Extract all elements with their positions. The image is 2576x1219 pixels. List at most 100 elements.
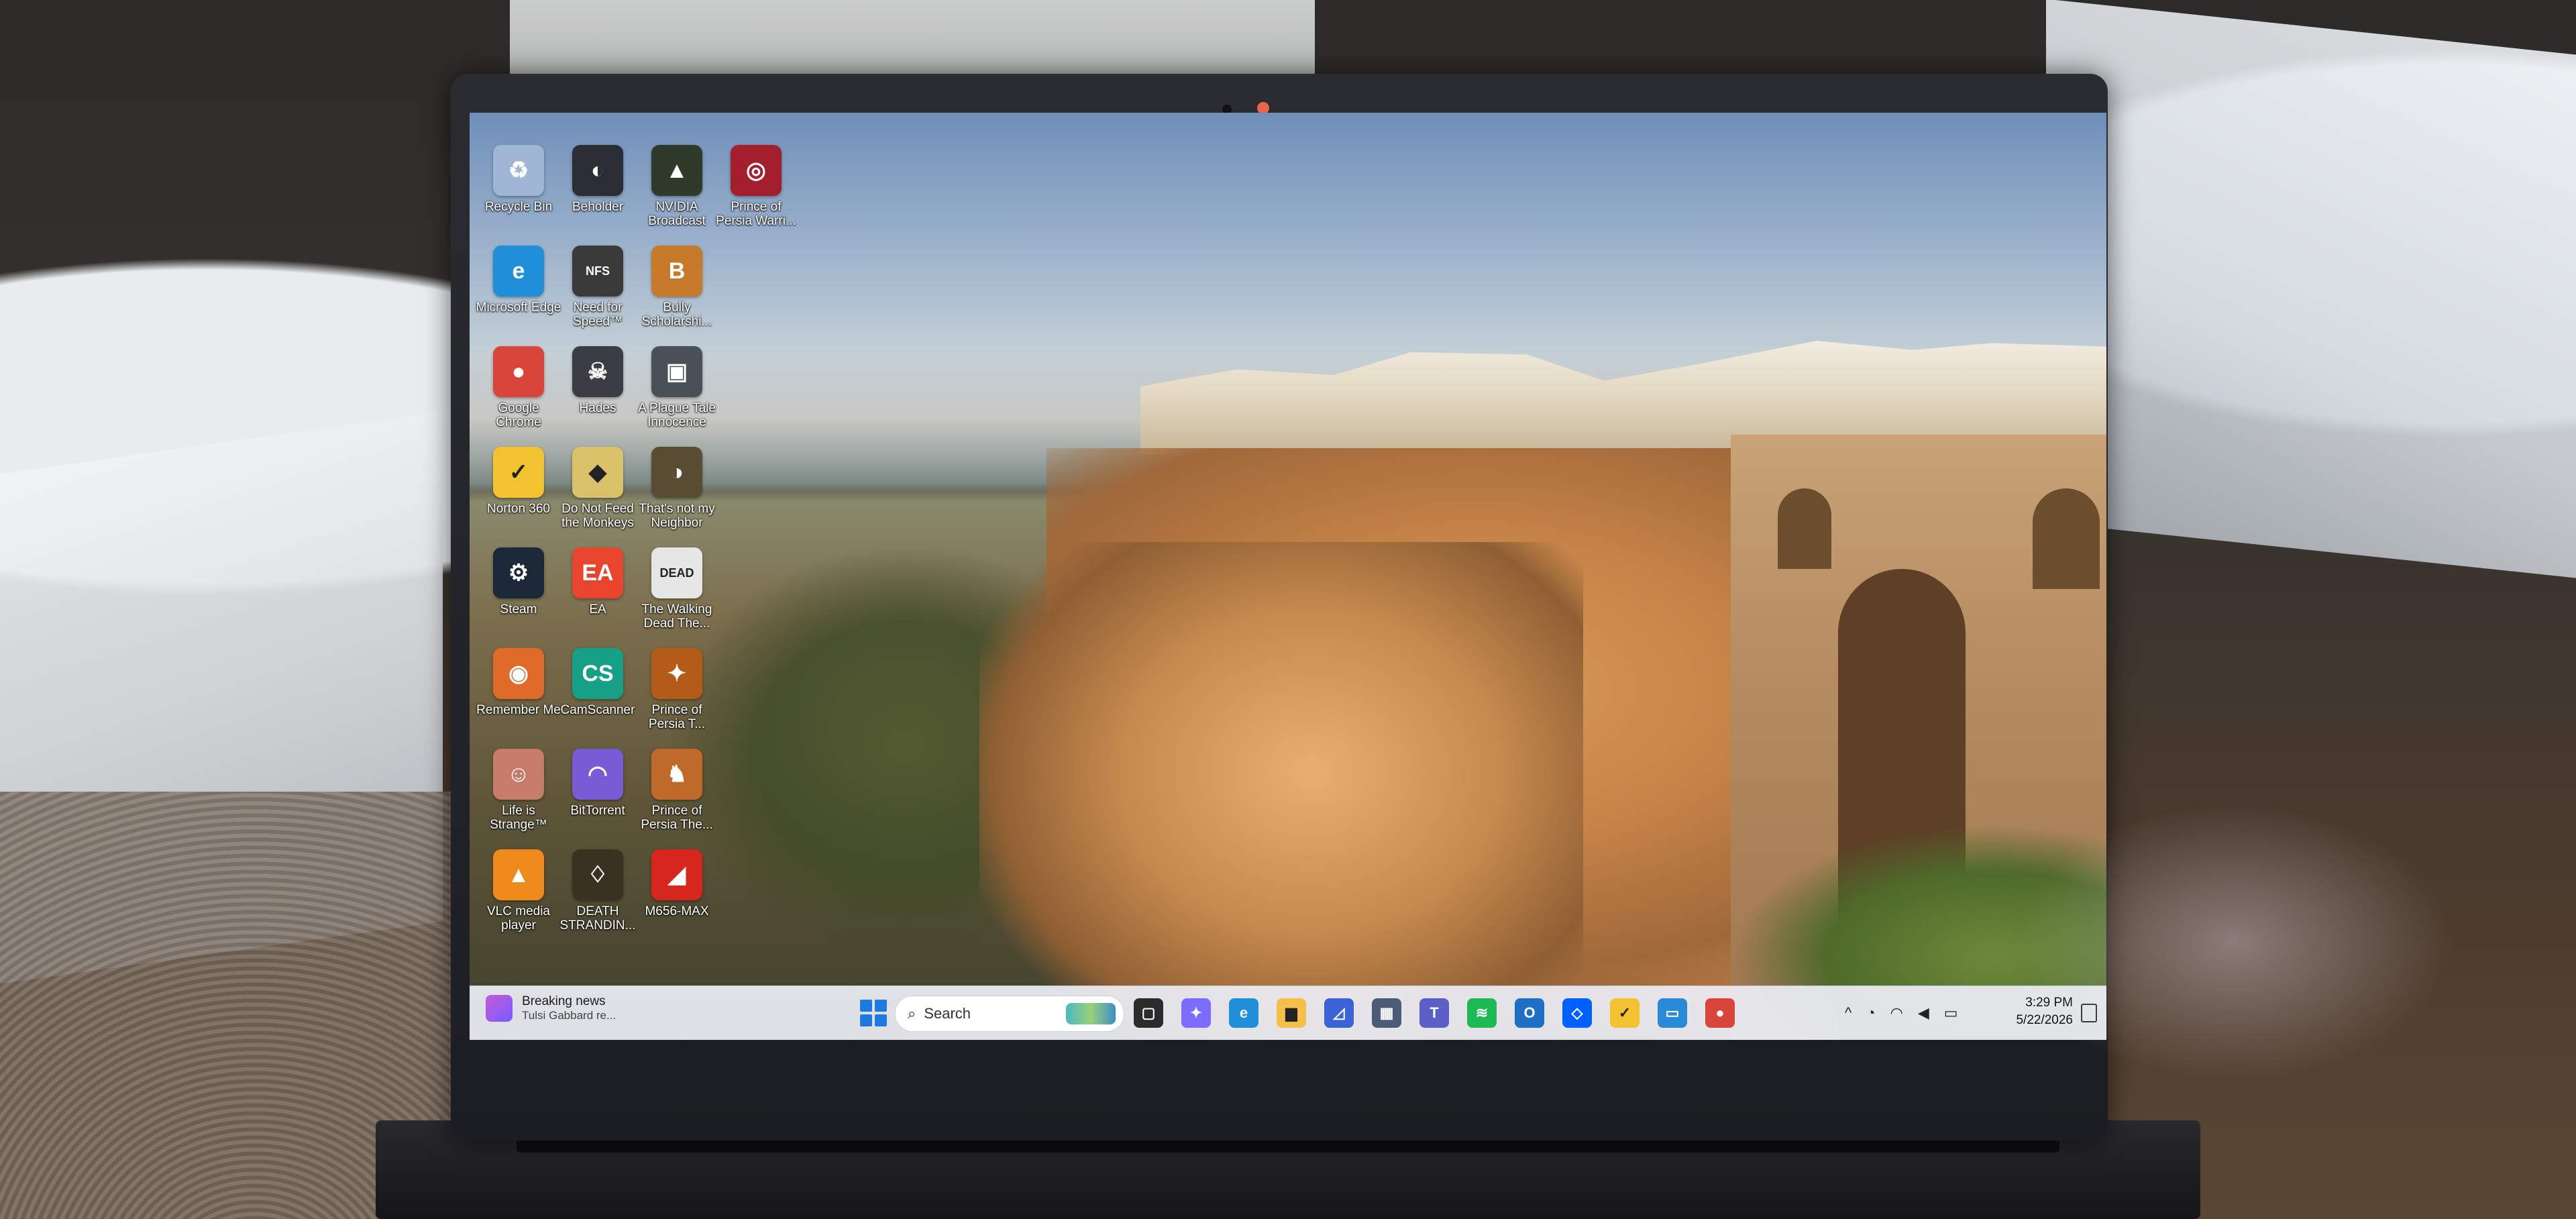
norton-icon: ✓ (493, 447, 544, 498)
desktop-icon-label: BitTorrent (570, 804, 625, 818)
news-subtitle: Tulsi Gabbard re... (522, 1009, 616, 1022)
desktop-icon-ea[interactable]: EA EA (554, 547, 641, 617)
desktop-icon-remember-me[interactable]: ◉ Remember Me (475, 648, 562, 717)
edge-icon: e (493, 246, 544, 297)
spotify-icon[interactable]: ≋ (1467, 998, 1497, 1028)
wifi-icon[interactable]: ◠ (1890, 1004, 1903, 1022)
teams-icon[interactable]: T (1419, 998, 1449, 1028)
start-button[interactable] (860, 1000, 887, 1026)
app-icon[interactable]: ◿ (1324, 998, 1354, 1028)
monkeys-icon: ◆ (572, 447, 623, 498)
desktop-icon-label: NVIDIA Broadcast (648, 200, 706, 228)
bully-icon: B (651, 246, 702, 297)
search-placeholder: Search (924, 1005, 971, 1022)
outlook-icon[interactable]: O (1515, 998, 1544, 1028)
desktop-icon-beholder[interactable]: ◐ Beholder (554, 145, 641, 214)
battery-icon[interactable]: ▭ (1944, 1004, 1958, 1022)
desktop-icon-label: Hades (579, 401, 616, 415)
desktop-icon-label: Bully Scholarshi... (641, 301, 712, 329)
desktop-icon-label: Need for Speed™ (573, 301, 623, 329)
windows-logo-pane (875, 1014, 887, 1026)
search-icon: ⌕ (908, 1005, 916, 1022)
desktop-icon-label: Prince of Persia The... (641, 804, 713, 832)
desktop-icon-label: VLC media player (487, 904, 550, 933)
store-icon[interactable]: ▦ (1372, 998, 1401, 1028)
desktop-icon-edge[interactable]: e Microsoft Edge (475, 246, 562, 315)
desktop-icon-label: A Plague Tale Innocence (638, 401, 716, 429)
life-is-strange-icon: ☺ (493, 749, 544, 800)
desktop-icon-recycle-bin[interactable]: ♻ Recycle Bin (475, 145, 562, 214)
desktop-icon-prince-of-persia[interactable]: ◎ Prince of Persia Warri... (712, 145, 800, 228)
desktop-icon-death-stranding[interactable]: ♢ DEATH STRANDIN... (554, 849, 641, 933)
prince-of-persia-icon: ◎ (731, 145, 782, 196)
desktop-icon-life-is-strange[interactable]: ☺ Life is Strange™ (475, 749, 562, 832)
dropbox-icon[interactable]: ◇ (1562, 998, 1592, 1028)
wallpaper-bridge-arch-small (1778, 488, 1831, 569)
desktop-icon-need-for-speed[interactable]: NFS Need for Speed™ (554, 246, 641, 329)
need-for-speed-icon: NFS (572, 246, 623, 297)
news-title: Breaking news (522, 994, 606, 1008)
notification-bell-icon[interactable] (2081, 1004, 2097, 1022)
desktop-icon-prince-of-persia-t[interactable]: ✦ Prince of Persia T... (633, 648, 720, 731)
desktop-icon-chrome[interactable]: ● Google Chrome (475, 346, 562, 429)
chrome-icon[interactable]: ● (1705, 998, 1735, 1028)
m656-max-icon: ◢ (651, 849, 702, 900)
desktop-icon-neighbor[interactable]: ◑ That's not my Neighbor (633, 447, 720, 530)
taskbar-clock[interactable]: 3:29 PM 5/22/2026 (2012, 994, 2073, 1029)
camscanner-icon: CS (572, 648, 623, 699)
ea-icon: EA (572, 547, 623, 598)
desktop-icon-label: That's not my Neighbor (639, 502, 715, 530)
clock-date: 5/22/2026 (2016, 1013, 2073, 1027)
desktop-icon-m656-max[interactable]: ◢ M656-MAX (633, 849, 720, 918)
volume-icon[interactable]: ◀ (1918, 1004, 1929, 1022)
taskbar-search-box[interactable]: ⌕ Search (895, 996, 1124, 1032)
tray-app-icon[interactable]: ◔ (1866, 1004, 1875, 1022)
desktop-icon-label: Remember Me (476, 703, 561, 717)
desktop-icon-label: Prince of Persia Warri... (716, 200, 796, 228)
desktop-icon-vlc[interactable]: ▲ VLC media player (475, 849, 562, 933)
beholder-icon: ◐ (572, 145, 623, 196)
desktop-icon-label: The Walking Dead The... (641, 602, 712, 631)
remote-icon[interactable]: ▭ (1658, 998, 1687, 1028)
wallpaper-bridge-arch-right (2033, 488, 2100, 589)
desktop-icon-label: Life is Strange™ (490, 804, 547, 832)
desktop-icon-hades[interactable]: ☠ Hades (554, 346, 641, 415)
recycle-bin-icon: ♻ (493, 145, 544, 196)
desktop-icon-label: CamScanner (560, 703, 635, 717)
desktop-icon-label: M656-MAX (645, 904, 709, 918)
desktop-icon-prince-of-persia-the[interactable]: ♞ Prince of Persia The... (633, 749, 720, 832)
desktop-icon-monkeys[interactable]: ◆ Do Not Feed the Monkeys (554, 447, 641, 530)
taskbar: Breaking news Tulsi Gabbard re... ⌕ Sear… (470, 986, 2106, 1040)
task-view-icon[interactable]: ▢ (1134, 998, 1163, 1028)
file-explorer-icon[interactable]: ▆ (1277, 998, 1306, 1028)
news-widget[interactable]: Breaking news Tulsi Gabbard re... (486, 994, 616, 1022)
search-highlight-icon (1066, 1003, 1116, 1024)
desktop-icon-label: EA (589, 602, 606, 617)
desktop-icon-bittorrent[interactable]: ◠ BitTorrent (554, 749, 641, 818)
system-tray: ^ ◔ ◠ ◀ ▭ (1845, 986, 1958, 1040)
desktop-icon-label: Google Chrome (496, 401, 541, 429)
wallpaper-cliff-face (979, 542, 1583, 1040)
background-papers-right (2046, 0, 2576, 578)
desktop-icon-label: Prince of Persia T... (648, 703, 706, 731)
hades-icon: ☠ (572, 346, 623, 397)
desktop-icon-walking-dead[interactable]: DEAD The Walking Dead The... (633, 547, 720, 631)
bittorrent-icon: ◠ (572, 749, 623, 800)
desktop-icon-label: DEATH STRANDIN... (559, 904, 636, 933)
steam-icon: ⚙ (493, 547, 544, 598)
desktop-icon-nvidia-broadcast[interactable]: ▲ NVIDIA Broadcast (633, 145, 720, 228)
prince-of-persia-t-icon: ✦ (651, 648, 702, 699)
desktop-icon-camscanner[interactable]: CS CamScanner (554, 648, 641, 717)
tray-chevron-icon[interactable]: ^ (1845, 1004, 1851, 1022)
desktop-icon-steam[interactable]: ⚙ Steam (475, 547, 562, 617)
desktop-icon-label: Norton 360 (486, 502, 550, 516)
walking-dead-icon: DEAD (651, 547, 702, 598)
desktop-icon-norton[interactable]: ✓ Norton 360 (475, 447, 562, 516)
desktop-icon-label: Beholder (572, 200, 624, 214)
desktop-icon-bully[interactable]: B Bully Scholarshi... (633, 246, 720, 329)
copilot-icon[interactable]: ✦ (1181, 998, 1211, 1028)
windows-logo-pane (860, 1000, 872, 1012)
norton-icon[interactable]: ✓ (1610, 998, 1640, 1028)
desktop-icon-plague-tale[interactable]: ▣ A Plague Tale Innocence (633, 346, 720, 429)
edge-icon[interactable]: e (1229, 998, 1258, 1028)
